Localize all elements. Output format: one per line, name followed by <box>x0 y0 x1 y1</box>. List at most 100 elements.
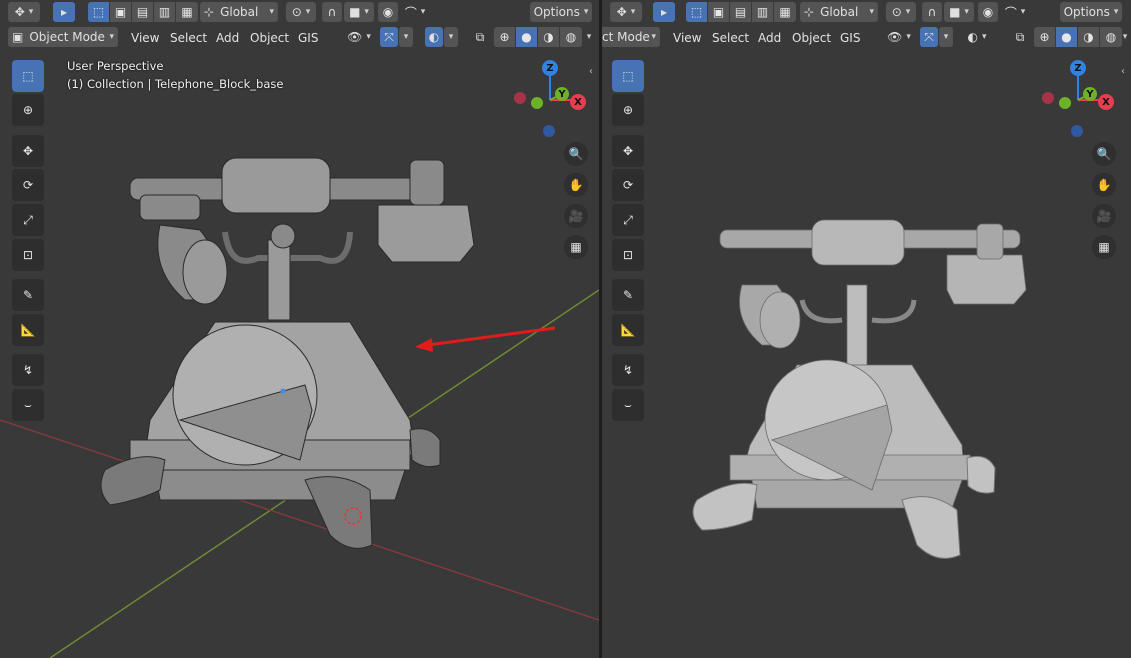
navigation-gizmo[interactable]: Z X Y <box>510 58 590 138</box>
menu-view[interactable]: View <box>667 28 707 48</box>
mode-dropdown[interactable]: ▣ Object Mode ▾ <box>8 27 118 47</box>
overlays-toggle[interactable]: ◐ <box>425 27 443 47</box>
tool-scale[interactable]: ⤢ <box>612 204 644 236</box>
proportional-edit-toggle[interactable]: ◉ <box>978 2 998 22</box>
tool-annotate[interactable]: ✎ <box>612 279 644 311</box>
selection-mode-group[interactable]: ⬚ ▣ ▤ ▥ ▦ <box>88 2 198 22</box>
menu-add[interactable]: Add <box>752 28 787 48</box>
snap-target-dropdown[interactable]: ■ ▾ <box>944 2 974 22</box>
select-mode-button[interactable]: ▸ <box>653 2 675 22</box>
options-dropdown[interactable]: Options ▾ <box>530 2 592 22</box>
pivot-dropdown[interactable]: ⊙ ▾ <box>286 2 316 22</box>
overlays-dropdown[interactable]: ▾ <box>444 27 458 47</box>
tool-select-box[interactable]: ⬚ <box>612 60 644 92</box>
menu-object[interactable]: Object <box>244 28 295 48</box>
tool-measure[interactable]: 📐 <box>612 314 644 346</box>
navigation-gizmo[interactable]: Z X Y <box>1038 58 1118 138</box>
gizmo-dropdown[interactable]: ▾ <box>939 27 953 47</box>
select-new-icon[interactable]: ⬚ <box>88 2 110 22</box>
snap-toggle[interactable]: ∩ <box>922 2 942 22</box>
selection-mode-group[interactable]: ⬚ ▣ ▤ ▥ ▦ <box>686 2 796 22</box>
shading-dropdown[interactable]: ▾ <box>582 27 596 47</box>
select-extend-icon[interactable]: ▣ <box>110 2 132 22</box>
select-subtract-icon[interactable]: ▤ <box>730 2 752 22</box>
menu-gis[interactable]: GIS <box>834 28 866 48</box>
wireframe-shading-icon[interactable]: ⊕ <box>494 27 516 47</box>
solid-shading-icon[interactable]: ● <box>516 27 538 47</box>
select-intersect-icon[interactable]: ▦ <box>176 2 198 22</box>
tool-transform[interactable]: ⊡ <box>12 239 44 271</box>
options-dropdown[interactable]: Options ▾ <box>1060 2 1122 22</box>
select-intersect-icon[interactable]: ▦ <box>774 2 796 22</box>
sidebar-expand-arrow[interactable]: ‹ <box>1121 66 1131 80</box>
rendered-shading-icon[interactable]: ◍ <box>560 27 582 47</box>
snap-toggle[interactable]: ∩ <box>322 2 342 22</box>
viewport-right[interactable]: ✥ ▾ ▸ ⬚ ▣ ▤ ▥ ▦ ⊹ Global ▾ ⊙ ▾ ∩ ■ ▾ ◉ ⌒… <box>602 0 1131 658</box>
gizmo-toggle[interactable]: ⤧ <box>380 27 398 47</box>
snap-target-dropdown[interactable]: ■ ▾ <box>344 2 374 22</box>
tool-move[interactable]: ✥ <box>12 135 44 167</box>
tool-shear[interactable]: ↯ <box>612 354 644 386</box>
overlays-dropdown[interactable]: ◐ ▾ <box>962 27 992 47</box>
falloff-dropdown[interactable]: ⌒ ▾ <box>400 2 430 22</box>
xray-toggle[interactable]: ⧉ <box>470 27 490 47</box>
sidebar-expand-arrow[interactable]: ‹ <box>589 66 599 80</box>
select-difference-icon[interactable]: ▥ <box>154 2 176 22</box>
menu-select[interactable]: Select <box>164 28 213 48</box>
tool-cursor[interactable]: ⊕ <box>12 94 44 126</box>
gizmo-neg-y[interactable] <box>1059 97 1071 109</box>
pan-button[interactable]: ✋ <box>564 173 588 197</box>
gizmo-dropdown[interactable]: ▾ <box>399 27 413 47</box>
tool-cursor[interactable]: ⊕ <box>612 94 644 126</box>
menu-add[interactable]: Add <box>210 28 245 48</box>
tool-bend[interactable]: ⌣ <box>12 389 44 421</box>
gizmo-y-axis[interactable]: Y <box>555 87 569 101</box>
falloff-dropdown[interactable]: ⌒ ▾ <box>1000 2 1030 22</box>
select-mode-button[interactable]: ▸ <box>53 2 75 22</box>
gizmo-neg-x[interactable] <box>514 92 526 104</box>
menu-select[interactable]: Select <box>706 28 755 48</box>
select-new-icon[interactable]: ⬚ <box>686 2 708 22</box>
gizmo-z-axis[interactable]: Z <box>1070 60 1086 76</box>
tool-annotate[interactable]: ✎ <box>12 279 44 311</box>
tool-rotate[interactable]: ⟳ <box>12 169 44 201</box>
material-shading-icon[interactable]: ◑ <box>538 27 560 47</box>
tool-transform[interactable]: ⊡ <box>612 239 644 271</box>
shading-mode-group[interactable]: ⊕ ● ◑ ◍ <box>1034 27 1122 47</box>
gizmo-neg-y[interactable] <box>531 97 543 109</box>
shading-dropdown[interactable]: ▾ <box>1120 27 1130 47</box>
tool-move[interactable]: ✥ <box>612 135 644 167</box>
select-difference-icon[interactable]: ▥ <box>752 2 774 22</box>
menu-object[interactable]: Object <box>786 28 837 48</box>
camera-button[interactable]: 🎥 <box>564 204 588 228</box>
menu-gis[interactable]: GIS <box>292 28 324 48</box>
pivot-dropdown[interactable]: ⊙ ▾ <box>886 2 916 22</box>
tool-rotate[interactable]: ⟳ <box>612 169 644 201</box>
pan-button[interactable]: ✋ <box>1092 173 1116 197</box>
transform-orientation-dropdown[interactable]: ⊹ Global ▾ <box>800 2 878 22</box>
menu-view[interactable]: View <box>125 28 165 48</box>
camera-button[interactable]: 🎥 <box>1092 204 1116 228</box>
gizmo-y-axis[interactable]: Y <box>1083 87 1097 101</box>
zoom-button[interactable]: 🔍 <box>1092 142 1116 166</box>
gizmo-x-axis[interactable]: X <box>1098 94 1114 110</box>
pivot-point-button[interactable]: ✥ ▾ <box>610 2 642 22</box>
visibility-dropdown[interactable]: 👁 ▾ <box>884 27 914 47</box>
tool-shear[interactable]: ↯ <box>12 354 44 386</box>
select-subtract-icon[interactable]: ▤ <box>132 2 154 22</box>
gizmo-toggle[interactable]: ⤧ <box>920 27 938 47</box>
gizmo-neg-z[interactable] <box>543 125 555 137</box>
rendered-shading-icon[interactable]: ◍ <box>1100 27 1122 47</box>
viewport-left[interactable]: ✥ ▾ ▸ ⬚ ▣ ▤ ▥ ▦ ⊹ Global ▾ ⊙ ▾ ∩ ■ ▾ ◉ ⌒… <box>0 0 599 658</box>
wireframe-shading-icon[interactable]: ⊕ <box>1034 27 1056 47</box>
solid-shading-icon[interactable]: ● <box>1056 27 1078 47</box>
visibility-dropdown[interactable]: 👁 ▾ <box>344 27 374 47</box>
pivot-point-button[interactable]: ✥ ▾ <box>8 2 40 22</box>
ortho-button[interactable]: ▦ <box>564 235 588 259</box>
shading-mode-group[interactable]: ⊕ ● ◑ ◍ <box>494 27 582 47</box>
tool-measure[interactable]: 📐 <box>12 314 44 346</box>
xray-toggle[interactable]: ⧉ <box>1010 27 1030 47</box>
proportional-edit-toggle[interactable]: ◉ <box>378 2 398 22</box>
tool-bend[interactable]: ⌣ <box>612 389 644 421</box>
ortho-button[interactable]: ▦ <box>1092 235 1116 259</box>
